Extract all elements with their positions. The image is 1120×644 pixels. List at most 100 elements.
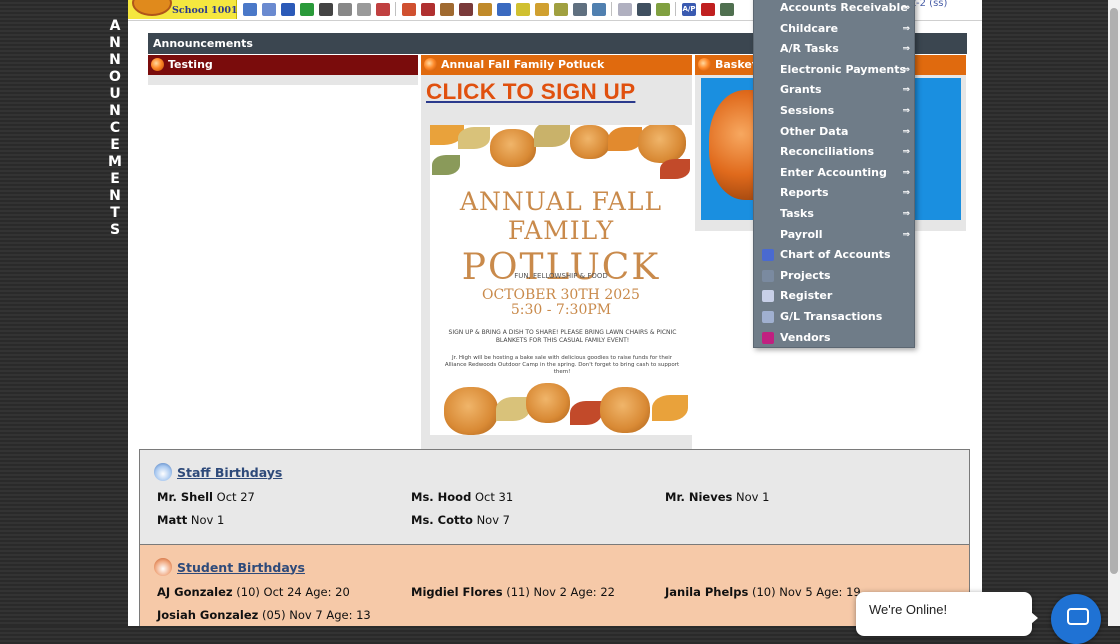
birthday-name: Matt <box>157 513 188 527</box>
menu-item-label: Enter Accounting <box>780 165 887 179</box>
menu-item-chart-of-accounts[interactable]: Chart of Accounts <box>754 245 914 265</box>
birthday-entry: Mr. Nieves Nov 1 <box>665 490 769 504</box>
flyer-title-line2: POTLUCK <box>461 247 661 288</box>
scanner-icon[interactable] <box>637 2 651 16</box>
vertical-letter: N <box>109 188 121 204</box>
clock-icon[interactable] <box>592 2 606 16</box>
announcement-header[interactable]: Annual Fall Family Potluck <box>421 55 692 75</box>
school-logo[interactable]: School 1001 <box>128 0 238 19</box>
document-icon[interactable] <box>618 2 632 16</box>
announcement-potluck: Annual Fall Family Potluck CLICK TO SIGN… <box>421 55 692 449</box>
vertical-letter: N <box>109 35 121 51</box>
menu-item-projects[interactable]: Projects <box>754 266 914 286</box>
submenu-arrow-icon: ⇒ <box>902 64 910 75</box>
notes-icon[interactable] <box>357 2 371 16</box>
list-icon <box>762 269 774 282</box>
book-icon[interactable] <box>497 2 511 16</box>
burger-icon[interactable] <box>478 2 492 16</box>
menu-item-label: Register <box>780 289 833 303</box>
announcement-body: CLICK TO SIGN UP ANNUAL FALL FAMILY POTL… <box>421 75 692 449</box>
pumpkin-decoration <box>638 125 686 163</box>
speaker-icon[interactable] <box>338 2 352 16</box>
money-icon[interactable] <box>720 2 734 16</box>
menu-item-grants[interactable]: Grants ⇒ <box>754 80 914 100</box>
menu-item-other-data[interactable]: Other Data ⇒ <box>754 122 914 142</box>
menu-item-electronic-payments[interactable]: Electronic Payments ⇒ <box>754 60 914 80</box>
birthday-name: AJ Gonzalez <box>157 585 233 599</box>
vertical-letter: U <box>109 86 121 102</box>
vertical-letter: C <box>109 120 121 136</box>
menu-item-tasks[interactable]: Tasks ⇒ <box>754 204 914 224</box>
toolbar-separator <box>611 2 612 16</box>
menu-item-sessions[interactable]: Sessions ⇒ <box>754 101 914 121</box>
submenu-arrow-icon: ⇒ <box>902 44 910 55</box>
icon-toolbar: A/P <box>240 0 736 18</box>
pdf-icon[interactable] <box>701 2 715 16</box>
ap-icon[interactable]: A/P <box>682 2 696 16</box>
search-icon[interactable] <box>243 2 257 16</box>
calendar-grid-icon[interactable] <box>376 2 390 16</box>
announcements-vertical-label: ANNOUNCEMENTS <box>104 18 126 239</box>
menu-item-vendors[interactable]: Vendors <box>754 328 914 348</box>
menu-item-label: Grants <box>780 83 822 97</box>
chat-icon[interactable] <box>300 2 314 16</box>
leaf-decoration <box>570 401 602 425</box>
phone-icon[interactable] <box>319 2 333 16</box>
school-name: School 1001 <box>172 5 238 16</box>
signup-link[interactable]: CLICK TO SIGN UP <box>426 79 635 105</box>
flyer-note-bakesale: Jr. High will be hosting a bake sale wit… <box>444 355 680 375</box>
printer-icon[interactable] <box>656 2 670 16</box>
flyer-note: SIGN UP & BRING A DISH TO SHARE! PLEASE … <box>448 329 677 344</box>
submenu-arrow-icon: ⇒ <box>902 188 910 199</box>
menu-item-childcare[interactable]: Childcare ⇒ <box>754 19 914 39</box>
vertical-letter: N <box>109 103 121 119</box>
announcement-header[interactable]: Testing <box>148 55 418 75</box>
birthday-detail: Nov 1 <box>736 490 770 504</box>
submenu-arrow-icon: ⇒ <box>902 23 910 34</box>
staff-birthdays-heading[interactable]: Staff Birthdays <box>154 463 282 481</box>
submenu-arrow-icon: ⇒ <box>902 106 910 116</box>
megaphone-icon[interactable] <box>402 2 416 16</box>
pumpkin-decoration <box>570 125 610 159</box>
menu-item-g-l-transactions[interactable]: G/L Transactions <box>754 307 914 327</box>
menu-item-accounts-receivable[interactable]: Accounts Receivable ⇒ <box>754 0 914 18</box>
leaf-decoration <box>458 127 490 149</box>
vertical-letter: T <box>110 205 120 221</box>
student-birthdays-heading[interactable]: Student Birthdays <box>154 558 305 576</box>
menu-item-reports[interactable]: Reports ⇒ <box>754 183 914 203</box>
pencil-icon-2[interactable] <box>535 2 549 16</box>
user-icon[interactable] <box>573 2 587 16</box>
leaf-decoration <box>432 155 460 175</box>
birthday-detail: Oct 27 <box>216 490 255 504</box>
menu-item-label: Payroll <box>780 227 823 241</box>
vertical-letter: E <box>110 137 120 153</box>
person-brown-icon[interactable] <box>440 2 454 16</box>
menu-item-label: A/R Tasks <box>780 42 839 56</box>
school-emblem-icon <box>132 0 172 16</box>
flyer-title-line1: ANNUAL FALL FAMILY <box>459 187 663 245</box>
pencil-icon[interactable] <box>516 2 530 16</box>
people-icon[interactable] <box>459 2 473 16</box>
leaf-decoration <box>496 397 530 421</box>
menu-item-payroll[interactable]: Payroll ⇒ <box>754 225 914 245</box>
page-scrollbar[interactable] <box>1108 0 1120 626</box>
announcements-title: Announcements <box>153 37 253 50</box>
submenu-arrow-icon: ⇒ <box>902 126 910 137</box>
vertical-letter: M <box>108 154 122 170</box>
birthday-detail: Nov 7 <box>476 513 510 527</box>
chat-launcher-button[interactable] <box>1051 594 1101 644</box>
calendar-icon[interactable] <box>262 2 276 16</box>
birthday-name: Josiah Gonzalez <box>157 608 259 622</box>
scrollbar-thumb[interactable] <box>1110 8 1118 574</box>
menu-item-register[interactable]: Register <box>754 286 914 306</box>
menu-item-enter-accounting[interactable]: Enter Accounting ⇒ <box>754 163 914 183</box>
birthday-name: Ms. Hood <box>411 490 472 504</box>
menu-item-reconciliations[interactable]: Reconciliations ⇒ <box>754 142 914 162</box>
folder-icon[interactable] <box>554 2 568 16</box>
person-red-icon[interactable] <box>421 2 435 16</box>
menu-item-a-r-tasks[interactable]: A/R Tasks ⇒ <box>754 39 914 59</box>
email-icon[interactable] <box>281 2 295 16</box>
chat-popup[interactable]: We're Online! <box>856 592 1038 636</box>
birthday-detail: Oct 31 <box>474 490 514 504</box>
pumpkin-decoration <box>526 383 570 423</box>
